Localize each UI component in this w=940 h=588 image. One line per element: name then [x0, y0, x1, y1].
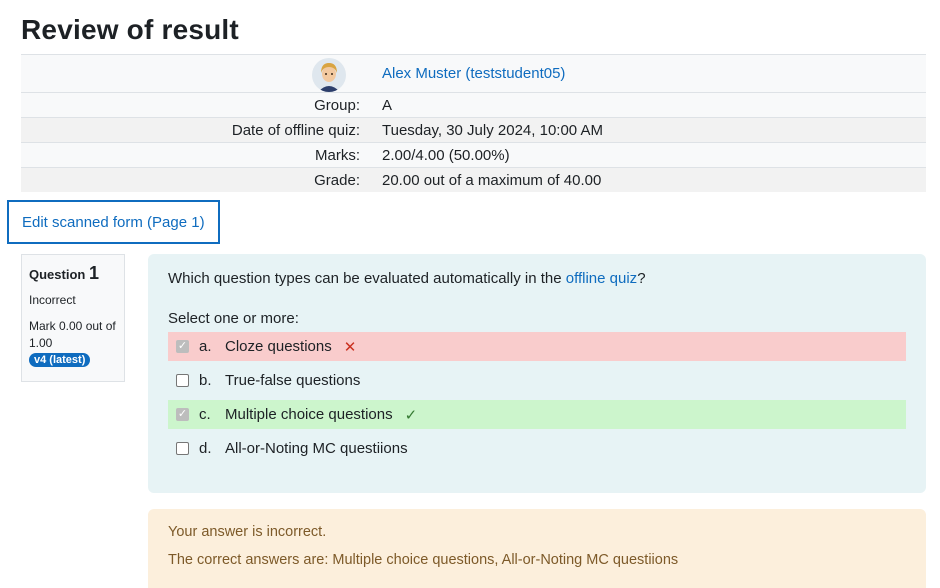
summary-row-grade: Grade: 20.00 out of a maximum of 40.00	[21, 167, 926, 192]
summary-table: Alex Muster (teststudent05) Group: A Dat…	[21, 54, 926, 192]
feedback-incorrect: Your answer is incorrect.	[168, 524, 327, 540]
answer-letter: c.	[199, 406, 211, 423]
question-info-panel: Question 1 Incorrect Mark 0.00 out of 1.…	[21, 254, 125, 382]
feedback-correct-answers: The correct answers are: Multiple choice…	[168, 552, 679, 568]
question-mark: Mark 0.00 out of 1.00	[29, 319, 116, 350]
version-badge: v4 (latest)	[29, 353, 91, 367]
edit-scanned-form-box: Edit scanned form (Page 1)	[7, 200, 220, 244]
answer-letter: b.	[199, 372, 212, 389]
question-formulation: Which question types can be evaluated au…	[148, 254, 926, 493]
summary-value: 2.00/4.00 (50.00%)	[382, 146, 510, 164]
question-number-value: 1	[88, 263, 99, 283]
avatar[interactable]	[312, 57, 346, 92]
answer-checkbox[interactable]	[176, 340, 189, 353]
answer-text: True-false questions	[225, 372, 361, 389]
cross-icon: ✕	[343, 338, 357, 356]
summary-value-user: Alex Muster (teststudent05)	[370, 65, 926, 82]
summary-label: Grade:	[314, 171, 360, 189]
answer-option-d: d. All-or-Noting MC questiions	[168, 434, 906, 463]
answer-text: Multiple choice questions	[225, 406, 393, 423]
summary-label: Date of offline quiz:	[231, 121, 360, 139]
summary-row-marks: Marks: 2.00/4.00 (50.00%)	[21, 142, 926, 167]
answer-checkbox[interactable]	[176, 442, 189, 455]
answer-text: Cloze questions	[225, 338, 332, 355]
summary-label-avatar	[21, 56, 370, 92]
question-text: Which question types can be evaluated au…	[168, 270, 906, 287]
question-number: Question 1	[29, 263, 117, 284]
answer-option-a: a. Cloze questions ✕	[168, 332, 906, 361]
summary-row-group: Group: A	[21, 92, 926, 117]
check-icon: ✓	[404, 406, 418, 424]
answer-letter: d.	[199, 440, 212, 457]
answer-checkbox[interactable]	[176, 374, 189, 387]
summary-label: Marks:	[315, 146, 360, 164]
summary-row-date: Date of offline quiz: Tuesday, 30 July 2…	[21, 117, 926, 142]
question-text-after: ?	[637, 270, 646, 287]
summary-value: Tuesday, 30 July 2024, 10:00 AM	[382, 121, 603, 139]
feedback-box: Your answer is incorrect. The correct an…	[148, 509, 926, 588]
summary-value: 20.00 out of a maximum of 40.00	[382, 171, 602, 189]
question-state: Incorrect	[29, 293, 76, 307]
answer-option-b: b. True-false questions	[168, 366, 906, 395]
question-label: Question	[29, 267, 86, 282]
summary-value: A	[382, 96, 393, 114]
answer-checkbox[interactable]	[176, 408, 189, 421]
summary-row-user: Alex Muster (teststudent05)	[21, 54, 926, 92]
answer-list: a. Cloze questions ✕ b. True-false quest…	[168, 332, 906, 463]
edit-scanned-form-link[interactable]: Edit scanned form (Page 1)	[22, 214, 205, 231]
question-text-before: Which question types can be evaluated au…	[168, 270, 566, 287]
user-profile-link[interactable]: Alex Muster (teststudent05)	[382, 65, 565, 82]
answer-text: All-or-Noting MC questiions	[225, 440, 408, 457]
answer-letter: a.	[199, 338, 212, 355]
offline-quiz-link[interactable]: offline quiz	[566, 270, 637, 287]
page-title: Review of result	[21, 14, 239, 45]
answer-option-c: c. Multiple choice questions ✓	[168, 400, 906, 429]
summary-label: Group:	[314, 96, 360, 114]
answer-prompt: Select one or more:	[168, 310, 299, 327]
